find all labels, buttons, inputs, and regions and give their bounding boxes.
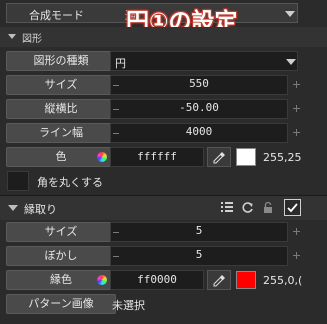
border-size-slider[interactable]: 5 bbox=[110, 222, 288, 242]
shape-section-title: 図形 bbox=[22, 34, 42, 45]
eyedropper-button[interactable] bbox=[207, 270, 231, 290]
lock-icon[interactable] bbox=[263, 201, 273, 214]
shape-section-header[interactable]: 図形 bbox=[0, 27, 327, 47]
border-color-rgb-text: 255,0,( bbox=[263, 274, 303, 287]
border-size-value: 5 bbox=[195, 224, 203, 237]
color-label-button[interactable]: 色 bbox=[6, 147, 116, 167]
border-color-hex-input[interactable]: ff0000 bbox=[110, 270, 204, 290]
shape-type-label: 図形の種類 bbox=[6, 51, 116, 71]
color-label: 色 bbox=[55, 150, 67, 163]
color-hex-input[interactable]: ffffff bbox=[110, 147, 204, 167]
round-corners-checkbox[interactable] bbox=[7, 171, 29, 191]
chevron-down-icon bbox=[285, 11, 295, 17]
color-swatch[interactable] bbox=[236, 148, 256, 166]
plus-icon[interactable] bbox=[291, 246, 301, 266]
color-wheel-icon bbox=[97, 275, 107, 285]
eyedropper-button[interactable] bbox=[207, 147, 231, 167]
size-slider[interactable]: 550 bbox=[110, 75, 288, 95]
plus-icon[interactable] bbox=[291, 99, 301, 119]
chevron-down-icon bbox=[286, 59, 296, 65]
line-width-slider[interactable]: 4000 bbox=[110, 123, 288, 143]
border-color-swatch[interactable] bbox=[236, 271, 256, 289]
border-size-label: サイズ bbox=[6, 222, 116, 242]
blur-value: 5 bbox=[195, 248, 203, 261]
plus-icon[interactable] bbox=[291, 222, 301, 242]
checkmark-icon bbox=[287, 203, 298, 213]
border-enable-checkbox[interactable] bbox=[284, 199, 301, 216]
blend-mode-label: 合成モード bbox=[29, 9, 84, 22]
size-value: 550 bbox=[189, 77, 209, 90]
eyedropper-icon bbox=[213, 152, 225, 164]
chevron-down-icon bbox=[8, 34, 16, 39]
shape-type-value: 円 bbox=[115, 57, 126, 70]
pattern-image-button[interactable]: パターン画像 bbox=[6, 294, 116, 314]
pattern-image-value: 未選択 bbox=[112, 299, 145, 312]
round-corners-label: 角を丸くする bbox=[37, 176, 103, 189]
aspect-label: 縦横比 bbox=[6, 99, 116, 119]
border-color-label-button[interactable]: 縁色 bbox=[6, 270, 116, 290]
chevron-down-icon bbox=[8, 205, 18, 211]
plus-icon[interactable] bbox=[291, 123, 301, 143]
blur-slider[interactable]: 5 bbox=[110, 246, 288, 266]
size-label: サイズ bbox=[6, 75, 116, 95]
border-section-header[interactable]: 縁取り bbox=[0, 196, 327, 220]
plus-icon[interactable] bbox=[291, 75, 301, 95]
color-rgb-text: 255,25 bbox=[263, 151, 302, 164]
blur-label: ぼかし bbox=[6, 246, 116, 266]
line-width-label: ライン幅 bbox=[6, 123, 116, 143]
shape-type-dropdown[interactable]: 円 bbox=[110, 51, 298, 71]
aspect-slider[interactable]: -50.00 bbox=[110, 99, 288, 119]
border-color-label: 縁色 bbox=[50, 273, 72, 286]
border-section-title: 縁取り bbox=[24, 203, 57, 216]
list-icon[interactable] bbox=[221, 202, 233, 213]
aspect-value: -50.00 bbox=[179, 101, 219, 114]
refresh-icon[interactable] bbox=[241, 201, 254, 214]
color-wheel-icon bbox=[97, 152, 107, 162]
eyedropper-icon bbox=[213, 275, 225, 287]
line-width-value: 4000 bbox=[185, 125, 213, 138]
